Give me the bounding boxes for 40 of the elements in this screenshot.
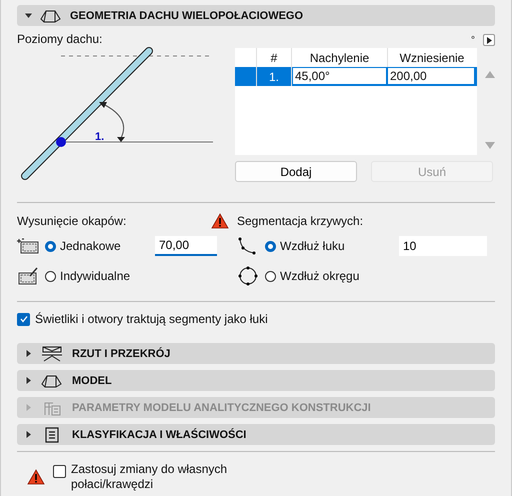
section-header[interactable]: KLASYFIKACJA I WŁAŚCIWOŚCI <box>17 424 495 445</box>
uniform-eaves-icon <box>17 238 39 254</box>
curve-segmentation-label: Segmentacja krzywych: <box>237 214 364 228</box>
caret-icon <box>25 404 32 411</box>
checkbox[interactable]: Zastosuj zmiany do własnych połaci/krawędzi <box>53 462 241 492</box>
add-button[interactable]: Dodaj <box>235 161 357 182</box>
analytic-model-icon <box>43 400 61 416</box>
table-cell[interactable]: 45,00° <box>292 67 387 86</box>
table-row[interactable]: 1. 45,00° 200,00 <box>235 67 477 86</box>
radio-button[interactable]: Wzdłuż łuku <box>265 239 369 253</box>
table-cell[interactable]: 200,00 <box>387 67 475 86</box>
segments-field[interactable]: 10 <box>399 236 487 256</box>
angle-label: 1. <box>95 131 104 143</box>
scroll-up-icon[interactable] <box>485 71 495 78</box>
caret-icon <box>25 377 32 384</box>
roof-icon <box>41 374 63 388</box>
unit-label: ° <box>471 34 475 46</box>
section-header[interactable]: MODEL <box>17 370 495 391</box>
caret-icon <box>25 431 32 438</box>
custom-eaves-icon <box>17 267 39 285</box>
radio-button[interactable]: Jednakowe <box>45 239 149 253</box>
radio-button[interactable]: Indywidualne <box>45 269 149 283</box>
column-header[interactable]: Wzniesienie <box>388 48 476 67</box>
eaves-overhang-label: Wysunięcie okapów: <box>17 214 126 228</box>
play-icon <box>486 36 492 44</box>
checkbox[interactable]: Świetliki i otwory traktują segmenty jako łuki <box>17 308 495 330</box>
document-icon <box>45 426 59 442</box>
roof-levels-label: Poziomy dachu: <box>17 32 102 46</box>
check-icon <box>18 314 28 324</box>
roof-icon <box>40 8 62 22</box>
unit-menu-button[interactable] <box>483 34 495 46</box>
plan-section-icon <box>41 346 63 362</box>
radio-button[interactable]: Wzdłuż okręgu <box>265 269 369 283</box>
section-header[interactable]: RZUT I PRZEKRÓJ <box>17 343 495 364</box>
caret-icon <box>25 350 32 357</box>
section-header[interactable]: GEOMETRIA DACHU WIELOPOŁACIOWEGO <box>17 5 495 26</box>
circle-icon <box>237 265 259 287</box>
overhang-field[interactable]: 70,00 <box>155 236 217 256</box>
scroll-down-icon[interactable] <box>485 142 495 149</box>
caret-icon <box>25 12 32 19</box>
